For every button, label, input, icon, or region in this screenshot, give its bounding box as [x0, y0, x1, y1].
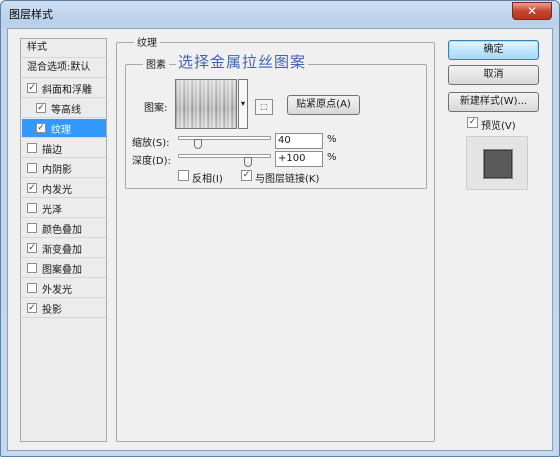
style-list-label: 渐变叠加	[42, 245, 82, 256]
style-list-label: 纹理	[51, 125, 71, 136]
pattern-label: 图案:	[144, 103, 168, 114]
style-list-label: 图案叠加	[42, 265, 82, 276]
style-checkbox[interactable]	[27, 223, 37, 233]
scale-percent: %	[327, 134, 337, 145]
style-checkbox[interactable]: ✓	[27, 83, 37, 93]
cancel-button[interactable]: 取消	[448, 65, 539, 85]
style-checkbox[interactable]	[27, 163, 37, 173]
style-list-label: 等高线	[51, 105, 81, 116]
style-preview	[466, 136, 528, 190]
depth-input[interactable]: +100	[275, 151, 323, 167]
style-list-label: 斜面和浮雕	[42, 85, 92, 96]
style-list-label: 混合选项:默认	[27, 62, 91, 73]
style-list-label: 外发光	[42, 285, 72, 296]
style-list-item[interactable]: 样式	[22, 39, 106, 58]
snap-to-origin-button[interactable]: 贴紧原点(A)	[287, 95, 360, 115]
preview-thumbnail	[484, 150, 512, 178]
ok-button[interactable]: 确定	[448, 40, 539, 60]
style-list-label: 内发光	[42, 185, 72, 196]
style-list-label: 内阴影	[42, 165, 72, 176]
scale-input[interactable]: 40	[275, 133, 323, 149]
style-list-item[interactable]: ✓ 纹理	[22, 119, 106, 138]
new-style-button[interactable]: 新建样式(W)...	[448, 92, 539, 112]
depth-slider-track[interactable]	[178, 154, 271, 158]
layer-style-dialog: 图层样式 ✕ 样式混合选项:默认 ✓ 斜面和浮雕 ✓ 等高线 ✓ 纹理描边内阴影 ✓ 内发光光泽…	[0, 0, 560, 457]
window-title: 图层样式	[9, 8, 53, 21]
title-bar[interactable]: 图层样式 ✕	[1, 1, 559, 27]
style-list-item[interactable]: 内阴影	[22, 159, 106, 178]
style-list-item[interactable]: ✓ 等高线	[22, 99, 106, 118]
style-checkbox[interactable]: ✓	[27, 303, 37, 313]
dialog-body: 样式混合选项:默认 ✓ 斜面和浮雕 ✓ 等高线 ✓ 纹理描边内阴影 ✓ 内发光光泽颜色叠加 ✓ 渐变…	[7, 28, 553, 451]
style-list-item[interactable]: ✓ 内发光	[22, 179, 106, 198]
texture-group-title: 纹理	[134, 34, 160, 49]
close-icon: ✕	[526, 4, 538, 18]
invert-checkbox[interactable]	[178, 170, 189, 181]
style-checkbox[interactable]: ✓	[36, 103, 46, 113]
elements-group-title: 图素	[143, 56, 169, 71]
new-preset-icon[interactable]: ⬚	[255, 99, 273, 115]
style-list-item[interactable]: 光泽	[22, 199, 106, 218]
style-checkbox[interactable]	[27, 143, 37, 153]
style-checkbox[interactable]	[27, 263, 37, 273]
style-checkbox[interactable]: ✓	[36, 123, 46, 133]
annotation-text: 选择金属拉丝图案	[176, 51, 309, 72]
style-list-item[interactable]: ✓ 斜面和浮雕	[22, 79, 106, 98]
style-checkbox[interactable]: ✓	[27, 243, 37, 253]
link-with-layer-label: 与图层链接(K)	[255, 174, 320, 185]
invert-label: 反相(I)	[192, 174, 223, 185]
style-checkbox[interactable]	[27, 203, 37, 213]
style-list-label: 描边	[42, 145, 62, 156]
preview-label: 预览(V)	[481, 121, 516, 132]
pattern-swatch[interactable]	[175, 79, 237, 129]
style-list-label: 光泽	[42, 205, 62, 216]
style-list-label: 样式	[27, 42, 47, 53]
styles-list: 样式混合选项:默认 ✓ 斜面和浮雕 ✓ 等高线 ✓ 纹理描边内阴影 ✓ 内发光光泽颜色叠加 ✓ 渐变…	[20, 38, 107, 442]
link-with-layer-checkbox[interactable]: ✓	[241, 170, 252, 181]
style-list-item[interactable]: 描边	[22, 139, 106, 158]
depth-percent: %	[327, 152, 337, 163]
style-list-item[interactable]: 图案叠加	[22, 259, 106, 278]
dropdown-arrow-icon[interactable]: ▾	[238, 79, 248, 129]
style-list-item[interactable]: 外发光	[22, 279, 106, 298]
style-checkbox[interactable]	[27, 283, 37, 293]
style-list-label: 投影	[42, 305, 62, 316]
scale-label: 缩放(S):	[132, 138, 170, 149]
style-list-item[interactable]: 混合选项:默认	[22, 59, 106, 78]
depth-label: 深度(D):	[132, 156, 171, 167]
style-list-label: 颜色叠加	[42, 225, 82, 236]
scale-slider-track[interactable]	[178, 136, 271, 140]
close-button[interactable]: ✕	[512, 2, 552, 20]
preview-checkbox[interactable]: ✓	[467, 117, 478, 128]
depth-slider-thumb[interactable]	[243, 157, 252, 167]
style-list-item[interactable]: ✓ 渐变叠加	[22, 239, 106, 258]
style-list-item[interactable]: ✓ 投影	[22, 299, 106, 318]
style-checkbox[interactable]: ✓	[27, 183, 37, 193]
style-list-item[interactable]: 颜色叠加	[22, 219, 106, 238]
